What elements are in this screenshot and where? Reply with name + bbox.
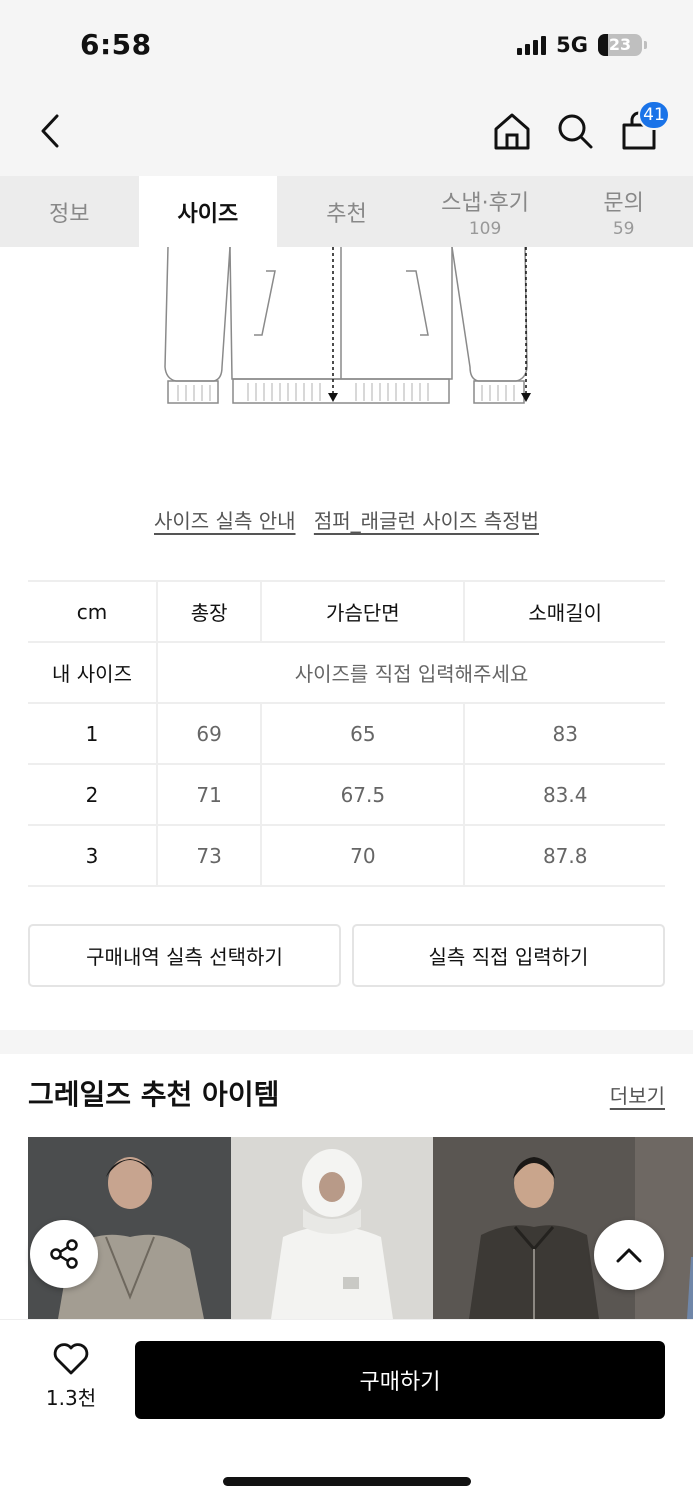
table-cell: 70 — [261, 824, 466, 887]
manual-input-button[interactable]: 실측 직접 입력하기 — [352, 924, 665, 987]
table-header-row: cm 총장 가슴단면 소매길이 — [28, 580, 665, 643]
tab-count: 109 — [468, 218, 502, 239]
signal-icon — [517, 35, 547, 55]
see-more-link[interactable]: 더보기 — [610, 1080, 665, 1109]
tab-recommend[interactable]: 추천 — [277, 176, 416, 247]
table-cell: 83 — [464, 702, 665, 765]
tab-bar: 정보 사이즈 추천 스냅·후기 109 문의 59 — [0, 176, 693, 247]
table-cell: 69 — [157, 702, 263, 765]
status-bar: 6:58 5G 23 — [0, 0, 693, 88]
table-cell: 83.4 — [464, 763, 665, 826]
bottom-purchase-bar: 1.3천 구매하기 — [0, 1319, 693, 1500]
network-label: 5G — [556, 33, 588, 57]
status-time: 6:58 — [80, 28, 152, 61]
size-label: 1 — [28, 702, 158, 765]
my-size-input-prompt[interactable]: 사이즈를 직접 입력해주세요 — [157, 641, 665, 704]
table-row: 1 69 65 83 — [28, 702, 665, 765]
scroll-top-button[interactable] — [594, 1220, 664, 1290]
size-guide-links: 사이즈 실측 안내 점퍼_래글런 사이즈 측정법 — [0, 505, 693, 534]
home-indicator — [223, 1477, 471, 1486]
home-button[interactable] — [487, 106, 537, 156]
cart-count-badge: 41 — [638, 100, 670, 130]
heart-icon — [53, 1343, 89, 1375]
recommend-section-title: 그레일즈 추천 아이템 — [28, 1078, 280, 1111]
size-label: 2 — [28, 763, 158, 826]
battery-icon: 23 — [598, 34, 642, 56]
table-row: 2 71 67.5 83.4 — [28, 763, 665, 826]
table-header-cell: 가슴단면 — [261, 580, 466, 643]
search-icon — [558, 114, 593, 149]
tab-label: 문의 — [603, 190, 644, 216]
recommend-carousel[interactable] — [28, 1137, 693, 1319]
like-count: 1.3천 — [45, 1386, 97, 1410]
section-divider — [0, 1030, 693, 1054]
share-button[interactable] — [30, 1220, 98, 1288]
chevron-left-icon — [41, 114, 59, 148]
tab-label: 사이즈 — [177, 201, 239, 227]
table-row: 3 73 70 87.8 — [28, 824, 665, 887]
battery-percent: 23 — [608, 35, 632, 54]
table-cell: 73 — [157, 824, 263, 887]
table-header-cell: 총장 — [157, 580, 263, 643]
search-button[interactable] — [550, 106, 600, 156]
table-cell: 67.5 — [261, 763, 466, 826]
table-header-cell: cm — [28, 580, 158, 643]
tab-snap-review[interactable]: 스냅·후기 109 — [416, 176, 555, 247]
table-cell: 65 — [261, 702, 466, 765]
battery-cap — [644, 41, 647, 49]
jacket-size-illustration — [164, 247, 531, 404]
select-purchase-history-button[interactable]: 구매내역 실측 선택하기 — [28, 924, 341, 987]
size-table: cm 총장 가슴단면 소매길이 내 사이즈 사이즈를 직접 입력해주세요 1 6… — [28, 580, 665, 887]
size-label: 3 — [28, 824, 158, 887]
cart-button[interactable]: 41 — [614, 100, 670, 156]
chevron-up-icon — [616, 1248, 642, 1263]
tab-inquiry[interactable]: 문의 59 — [554, 176, 693, 247]
tab-label: 스냅·후기 — [441, 190, 530, 216]
home-icon — [494, 113, 530, 150]
product-photo — [231, 1137, 433, 1319]
table-cell: 87.8 — [464, 824, 665, 887]
buy-button[interactable]: 구매하기 — [135, 1341, 665, 1419]
share-icon — [50, 1239, 78, 1269]
raglan-measure-method-link[interactable]: 점퍼_래글런 사이즈 측정법 — [314, 509, 539, 533]
my-size-row[interactable]: 내 사이즈 사이즈를 직접 입력해주세요 — [28, 641, 665, 704]
tab-label: 정보 — [49, 201, 90, 227]
tab-size[interactable]: 사이즈 — [138, 176, 278, 247]
like-button[interactable]: 1.3천 — [36, 1342, 106, 1411]
table-header-cell: 소매길이 — [464, 580, 665, 643]
recommend-item-image[interactable] — [231, 1137, 433, 1319]
size-measure-guide-link[interactable]: 사이즈 실측 안내 — [154, 509, 296, 533]
back-button[interactable] — [26, 106, 76, 156]
tab-label: 추천 — [326, 201, 367, 227]
table-cell: 71 — [157, 763, 263, 826]
status-indicators: 5G 23 — [517, 33, 647, 57]
my-size-label: 내 사이즈 — [28, 641, 158, 704]
tab-info[interactable]: 정보 — [0, 176, 139, 247]
tab-count: 59 — [612, 218, 635, 239]
app-header: 41 — [0, 88, 693, 176]
